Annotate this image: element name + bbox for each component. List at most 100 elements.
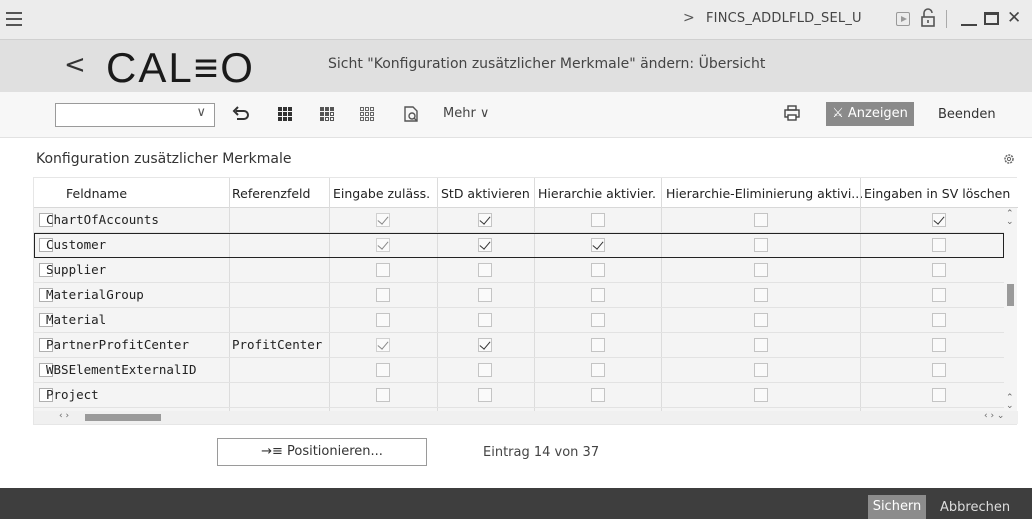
std-checkbox[interactable] [478, 388, 492, 402]
scroll-up-down-icon[interactable]: ⌃ ⌄ [1006, 210, 1014, 227]
column-header-std[interactable]: StD aktivieren [441, 186, 530, 201]
std-checkbox[interactable] [478, 238, 492, 252]
config-table: Feldname Referenzfeld Eingabe zuläss. St… [33, 177, 1018, 425]
cell-feldname: PartnerProfitCenter [46, 337, 189, 352]
std-checkbox[interactable] [478, 288, 492, 302]
unlock-icon[interactable] [920, 8, 936, 28]
select-all-icon[interactable] [276, 105, 294, 123]
command-dropdown[interactable]: ∨ [55, 103, 215, 127]
settings-icon[interactable] [1003, 153, 1015, 165]
column-header-feldname[interactable]: Feldname [66, 186, 127, 201]
transaction-chevron-icon[interactable]: > [683, 10, 695, 26]
std-checkbox[interactable] [478, 313, 492, 327]
print-icon[interactable] [783, 104, 801, 122]
table-header: Feldname Referenzfeld Eingabe zuläss. St… [34, 178, 1018, 208]
hierarchie-checkbox[interactable] [591, 213, 605, 227]
eliminierung-checkbox[interactable] [754, 388, 768, 402]
vertical-scrollbar[interactable]: ⌃ ⌄ ⌃ ⌄ [1004, 208, 1017, 411]
scroll-left-right-icon[interactable]: ‹ › ⌄ [984, 411, 1004, 421]
sv-loeschen-checkbox[interactable] [932, 213, 946, 227]
std-checkbox[interactable] [478, 338, 492, 352]
eliminierung-checkbox[interactable] [754, 238, 768, 252]
play-icon[interactable] [896, 12, 910, 26]
eingabe-checkbox[interactable] [376, 313, 390, 327]
table-row[interactable]: WBSElementExternalID [34, 358, 1004, 383]
eingabe-checkbox[interactable] [376, 238, 390, 252]
sv-loeschen-checkbox[interactable] [932, 238, 946, 252]
hierarchie-checkbox[interactable] [591, 313, 605, 327]
eingabe-checkbox[interactable] [376, 288, 390, 302]
entry-counter: Eintrag 14 von 37 [483, 445, 600, 460]
sv-loeschen-checkbox[interactable] [932, 388, 946, 402]
eliminierung-checkbox[interactable] [754, 263, 768, 277]
eingabe-checkbox[interactable] [376, 263, 390, 277]
cell-feldname: ChartOfAccounts [46, 212, 159, 227]
eingabe-checkbox[interactable] [376, 213, 390, 227]
scroll-left-right-icon[interactable]: ‹ › [59, 411, 69, 421]
eliminierung-checkbox[interactable] [754, 338, 768, 352]
exit-button[interactable]: Beenden [938, 107, 996, 122]
cell-feldname: MaterialGroup [46, 287, 144, 302]
cell-feldname: Supplier [46, 262, 107, 277]
table-row[interactable]: Project [34, 383, 1004, 408]
sv-loeschen-checkbox[interactable] [932, 313, 946, 327]
eliminierung-checkbox[interactable] [754, 213, 768, 227]
hierarchie-checkbox[interactable] [591, 338, 605, 352]
cell-feldname: Customer [46, 237, 107, 252]
transaction-code: FINCS_ADDLFLD_SEL_U [706, 11, 862, 26]
more-menu-button[interactable]: Mehr ∨ [443, 106, 489, 121]
column-header-eingabe[interactable]: Eingabe zuläss. [333, 186, 430, 201]
table-row[interactable]: ChartOfAccounts [34, 208, 1004, 233]
close-icon[interactable]: ✕ [1007, 8, 1021, 28]
column-header-hierarchie[interactable]: Hierarchie aktivier. [538, 186, 656, 201]
back-button[interactable]: < [64, 50, 86, 80]
table-row[interactable]: Supplier [34, 258, 1004, 283]
eingabe-checkbox[interactable] [376, 338, 390, 352]
sv-loeschen-checkbox[interactable] [932, 288, 946, 302]
vertical-scroll-thumb[interactable] [1007, 284, 1014, 306]
eingabe-checkbox[interactable] [376, 388, 390, 402]
eliminierung-checkbox[interactable] [754, 288, 768, 302]
caleo-logo: CAL≡O [106, 44, 255, 91]
maximize-icon[interactable] [984, 12, 999, 25]
column-header-sv-loeschen[interactable]: Eingaben in SV löschen [864, 186, 1010, 201]
cancel-button[interactable]: Abbrechen [940, 500, 1010, 515]
scroll-up-down-icon[interactable]: ⌃ ⌄ [1006, 394, 1014, 411]
display-button[interactable]: ⚔ Anzeigen [826, 102, 914, 126]
eingabe-checkbox[interactable] [376, 363, 390, 377]
hamburger-icon[interactable] [6, 12, 22, 26]
eliminierung-checkbox[interactable] [754, 363, 768, 377]
app-header: < CAL≡O Sicht "Konfiguration zusätzliche… [0, 40, 1032, 92]
page-title: Sicht "Konfiguration zusätzlicher Merkma… [328, 56, 766, 72]
hierarchie-checkbox[interactable] [591, 363, 605, 377]
std-checkbox[interactable] [478, 213, 492, 227]
undo-icon[interactable] [232, 105, 250, 123]
select-block-icon[interactable] [318, 105, 336, 123]
cell-feldname: WBSElementExternalID [46, 362, 197, 377]
minimize-icon[interactable] [960, 12, 978, 28]
column-header-referenzfeld[interactable]: Referenzfeld [232, 186, 310, 201]
table-row[interactable]: Customer [34, 233, 1004, 258]
sv-loeschen-checkbox[interactable] [932, 263, 946, 277]
hierarchie-checkbox[interactable] [591, 288, 605, 302]
horizontal-scroll-thumb[interactable] [85, 414, 161, 421]
table-row[interactable]: Material [34, 308, 1004, 333]
hierarchie-checkbox[interactable] [591, 263, 605, 277]
std-checkbox[interactable] [478, 263, 492, 277]
titlebar-divider [946, 10, 947, 28]
eliminierung-checkbox[interactable] [754, 313, 768, 327]
deselect-all-icon[interactable] [358, 105, 376, 123]
details-icon[interactable] [402, 105, 420, 123]
table-row[interactable]: MaterialGroup [34, 283, 1004, 308]
hierarchie-checkbox[interactable] [591, 238, 605, 252]
table-row[interactable]: PartnerProfitCenter ProfitCenter [34, 333, 1004, 358]
std-checkbox[interactable] [478, 363, 492, 377]
horizontal-scrollbar[interactable]: ‹ › ‹ › ⌄ [34, 411, 1018, 424]
cell-feldname: Project [46, 387, 99, 402]
sv-loeschen-checkbox[interactable] [932, 363, 946, 377]
position-button[interactable]: →≡ Positionieren... [217, 438, 427, 466]
save-button[interactable]: Sichern [868, 495, 926, 519]
column-header-eliminierung[interactable]: Hierarchie-Eliminierung aktivi... [666, 186, 863, 201]
sv-loeschen-checkbox[interactable] [932, 338, 946, 352]
hierarchie-checkbox[interactable] [591, 388, 605, 402]
